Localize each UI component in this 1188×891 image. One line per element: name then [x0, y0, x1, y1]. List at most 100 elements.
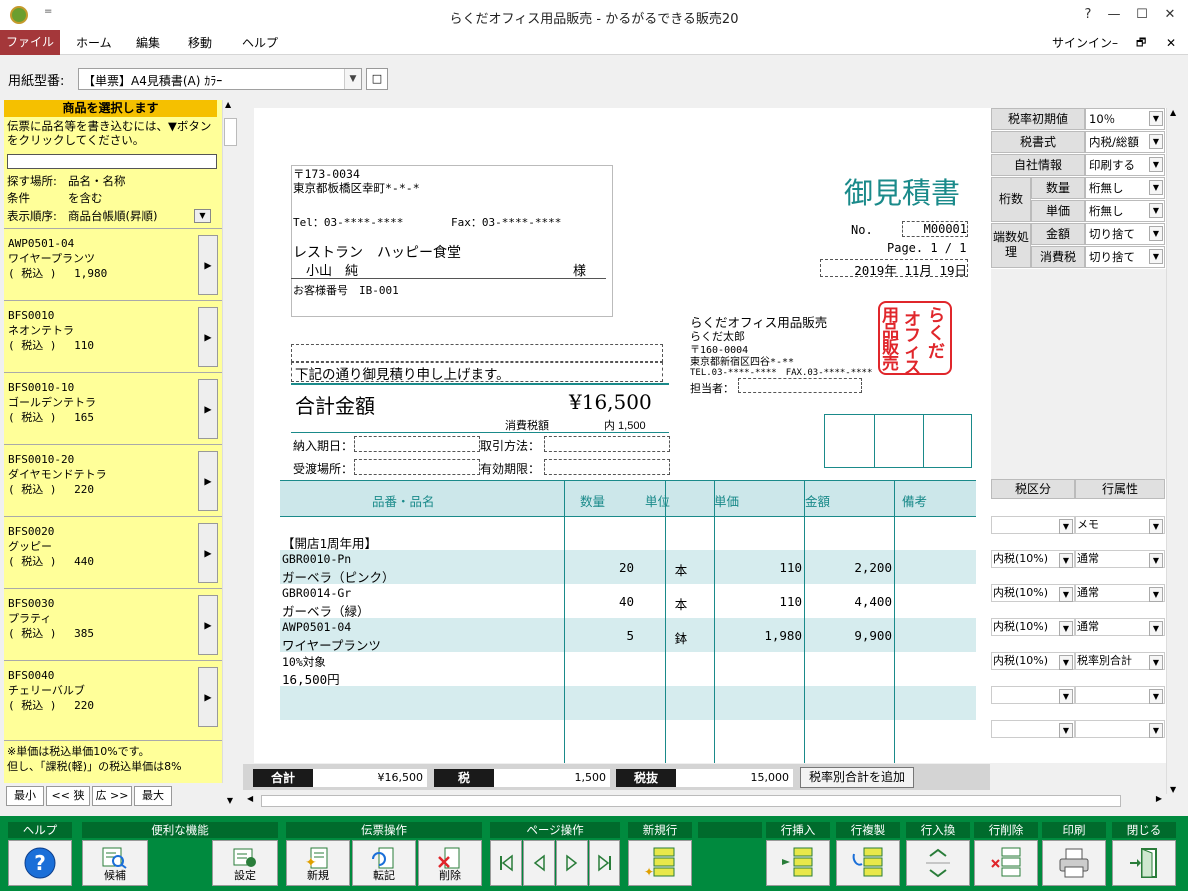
tax-class-select[interactable]: 内税(10%) ▼: [991, 652, 1075, 670]
next-page-button[interactable]: [556, 840, 588, 886]
search-place-value[interactable]: 品名・名称: [68, 174, 126, 188]
chevron-down-icon[interactable]: ▼: [1149, 157, 1163, 172]
customer-fax[interactable]: Fax：03-****-****: [451, 214, 561, 230]
document-vscroll[interactable]: ▲ ▼: [1166, 108, 1182, 794]
chevron-down-icon[interactable]: ▼: [1059, 553, 1073, 568]
row-attr-select[interactable]: 通常 ▼: [1075, 550, 1165, 568]
delete-row-button[interactable]: [974, 840, 1038, 886]
row-attr-select[interactable]: 通常 ▼: [1075, 584, 1165, 602]
tax-rate-default-select[interactable]: 10％ ▼: [1085, 108, 1165, 130]
swap-row-button[interactable]: [906, 840, 970, 886]
chevron-down-icon[interactable]: ▼: [1149, 180, 1163, 195]
item-name[interactable]: 【開店1周年用】: [282, 533, 377, 552]
new-row-button[interactable]: ✦: [628, 840, 692, 886]
scroll-down-icon[interactable]: ▼: [1170, 785, 1176, 794]
row-attr-select[interactable]: メモ ▼: [1075, 516, 1165, 534]
first-page-button[interactable]: [490, 840, 522, 886]
close-form-button[interactable]: [1112, 840, 1176, 886]
delivery-place-field[interactable]: [354, 459, 480, 475]
width-max-button[interactable]: 最大: [134, 786, 172, 806]
rounding-tax-select[interactable]: 切り捨て ▼: [1085, 246, 1165, 268]
chevron-down-icon[interactable]: ▼: [1059, 689, 1073, 704]
insert-row-button[interactable]: [766, 840, 830, 886]
insert-product-button[interactable]: ▶: [198, 595, 218, 655]
add-tax-subtotal-button[interactable]: 税率別合計を追加: [800, 767, 914, 788]
chevron-down-icon[interactable]: ▼: [1149, 553, 1163, 568]
insert-product-button[interactable]: ▶: [198, 523, 218, 583]
maximize-button[interactable]: ☐: [1128, 4, 1156, 26]
scroll-left-icon[interactable]: ◀: [247, 794, 253, 803]
chevron-down-icon[interactable]: ▼: [1059, 723, 1073, 738]
row-attr-select[interactable]: 通常 ▼: [1075, 618, 1165, 636]
product-list-item[interactable]: BFS0040 チェリーバルブ ( 税込 ) 220 ▶: [4, 660, 222, 732]
scroll-up-icon[interactable]: ▲: [1170, 108, 1176, 117]
product-list-item[interactable]: BFS0010 ネオンテトラ ( 税込 ) 110 ▶: [4, 300, 222, 372]
staff-field[interactable]: [738, 378, 862, 393]
chevron-down-icon[interactable]: ▼: [1059, 519, 1073, 534]
item-code[interactable]: GBR0014-Gr: [282, 586, 351, 600]
hscroll-thumb[interactable]: [261, 795, 1121, 807]
close-window-button[interactable]: ✕: [1156, 4, 1184, 26]
scroll-thumb[interactable]: [224, 118, 237, 146]
chevron-down-icon[interactable]: ▼: [1149, 203, 1163, 218]
tax-class-select[interactable]: 内税(10%) ▼: [991, 584, 1075, 602]
chevron-down-icon[interactable]: ▼: [344, 69, 361, 89]
item-code[interactable]: GBR0010-Pn: [282, 552, 351, 566]
tax-class-select[interactable]: 内税(10%) ▼: [991, 618, 1075, 636]
tax-class-select[interactable]: ▼: [991, 686, 1075, 704]
tax-format-select[interactable]: 内税/総額 ▼: [1085, 131, 1165, 153]
product-search-input[interactable]: [7, 154, 217, 169]
width-wide-button[interactable]: 広 >>: [92, 786, 132, 806]
company-info-select[interactable]: 印刷する ▼: [1085, 154, 1165, 176]
chevron-down-icon[interactable]: ▼: [1059, 621, 1073, 636]
chevron-down-icon[interactable]: ▼: [1149, 689, 1163, 704]
item-price[interactable]: 1,980: [716, 628, 802, 643]
company-tel-fax[interactable]: TEL.03-****-**** FAX.03-****-****: [690, 365, 872, 378]
item-amount[interactable]: 4,400: [806, 594, 892, 609]
candidate-button[interactable]: 候補: [82, 840, 148, 886]
item-amount[interactable]: 2,200: [806, 560, 892, 575]
chevron-down-icon[interactable]: ▼: [1149, 587, 1163, 602]
tab-file[interactable]: ファイル: [0, 30, 60, 55]
payment-method-field[interactable]: [544, 436, 670, 452]
ribbon-minimize-button[interactable]: –: [1112, 33, 1118, 53]
product-list-item[interactable]: BFS0010-10 ゴールデンテトラ ( 税込 ) 165 ▶: [4, 372, 222, 444]
row-attr-select[interactable]: ▼: [1075, 720, 1165, 738]
item-qty[interactable]: 5: [564, 628, 634, 643]
tax-class-select[interactable]: ▼: [991, 720, 1075, 738]
insert-product-button[interactable]: ▶: [198, 235, 218, 295]
form-option-button[interactable]: □: [366, 68, 388, 90]
help-icon[interactable]: ?: [1074, 4, 1102, 26]
row-attr-select[interactable]: ▼: [1075, 686, 1165, 704]
width-min-button[interactable]: 最小: [6, 786, 44, 806]
customer-address[interactable]: 東京都板橋区幸町*-*-*: [293, 180, 420, 196]
minimize-button[interactable]: —: [1100, 4, 1128, 26]
item-name[interactable]: ガーベラ（ピンク）: [282, 567, 395, 586]
product-list-item[interactable]: BFS0010-20 ダイヤモンドテトラ ( 税込 ) 220 ▶: [4, 444, 222, 516]
insert-product-button[interactable]: ▶: [198, 307, 218, 367]
chevron-down-icon[interactable]: ▼: [1149, 226, 1163, 241]
customer-number[interactable]: お客様番号 IB-001: [293, 282, 399, 298]
chevron-down-icon[interactable]: ▼: [1149, 723, 1163, 738]
prev-page-button[interactable]: [523, 840, 555, 886]
tab-edit[interactable]: 編集: [136, 33, 160, 53]
product-list-item[interactable]: BFS0030 プラティ ( 税込 ) 385 ▶: [4, 588, 222, 660]
delivery-date-field[interactable]: [354, 436, 480, 452]
scroll-right-icon[interactable]: ▶: [1156, 794, 1162, 803]
line-item-row[interactable]: [280, 652, 976, 686]
document-hscroll[interactable]: ◀ ▶: [243, 794, 1166, 808]
print-button[interactable]: [1042, 840, 1106, 886]
search-condition-value[interactable]: を含む: [68, 191, 103, 205]
chevron-down-icon[interactable]: ▼: [1059, 655, 1073, 670]
chevron-down-icon[interactable]: ▼: [1059, 587, 1073, 602]
last-page-button[interactable]: [589, 840, 620, 886]
item-unit[interactable]: 本: [666, 594, 696, 613]
insert-product-button[interactable]: ▶: [198, 451, 218, 511]
restore-icon[interactable]: 🗗: [1136, 33, 1146, 53]
item-code[interactable]: AWP0501-04: [282, 620, 351, 634]
line-item-row[interactable]: [280, 720, 976, 754]
item-name[interactable]: ワイヤープランツ: [282, 635, 381, 654]
digits-qty-select[interactable]: 桁無し ▼: [1085, 177, 1165, 199]
product-list-scrollbar[interactable]: ▲: [222, 100, 238, 783]
item-price[interactable]: 110: [716, 594, 802, 609]
